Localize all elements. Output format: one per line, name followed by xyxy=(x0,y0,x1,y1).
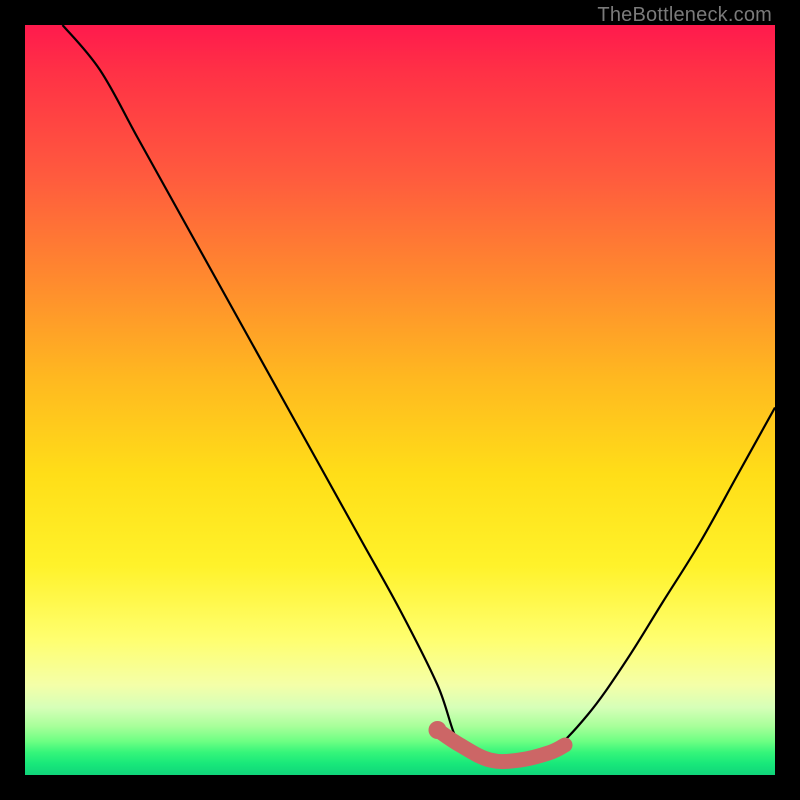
optimal-range-highlight xyxy=(438,730,566,762)
plot-area xyxy=(25,25,775,775)
watermark-text: TheBottleneck.com xyxy=(597,4,772,27)
bottleneck-curve xyxy=(63,25,776,762)
chart-frame: TheBottleneck.com xyxy=(0,0,800,800)
optimal-range-start-dot xyxy=(429,721,447,739)
curve-layer xyxy=(25,25,775,775)
